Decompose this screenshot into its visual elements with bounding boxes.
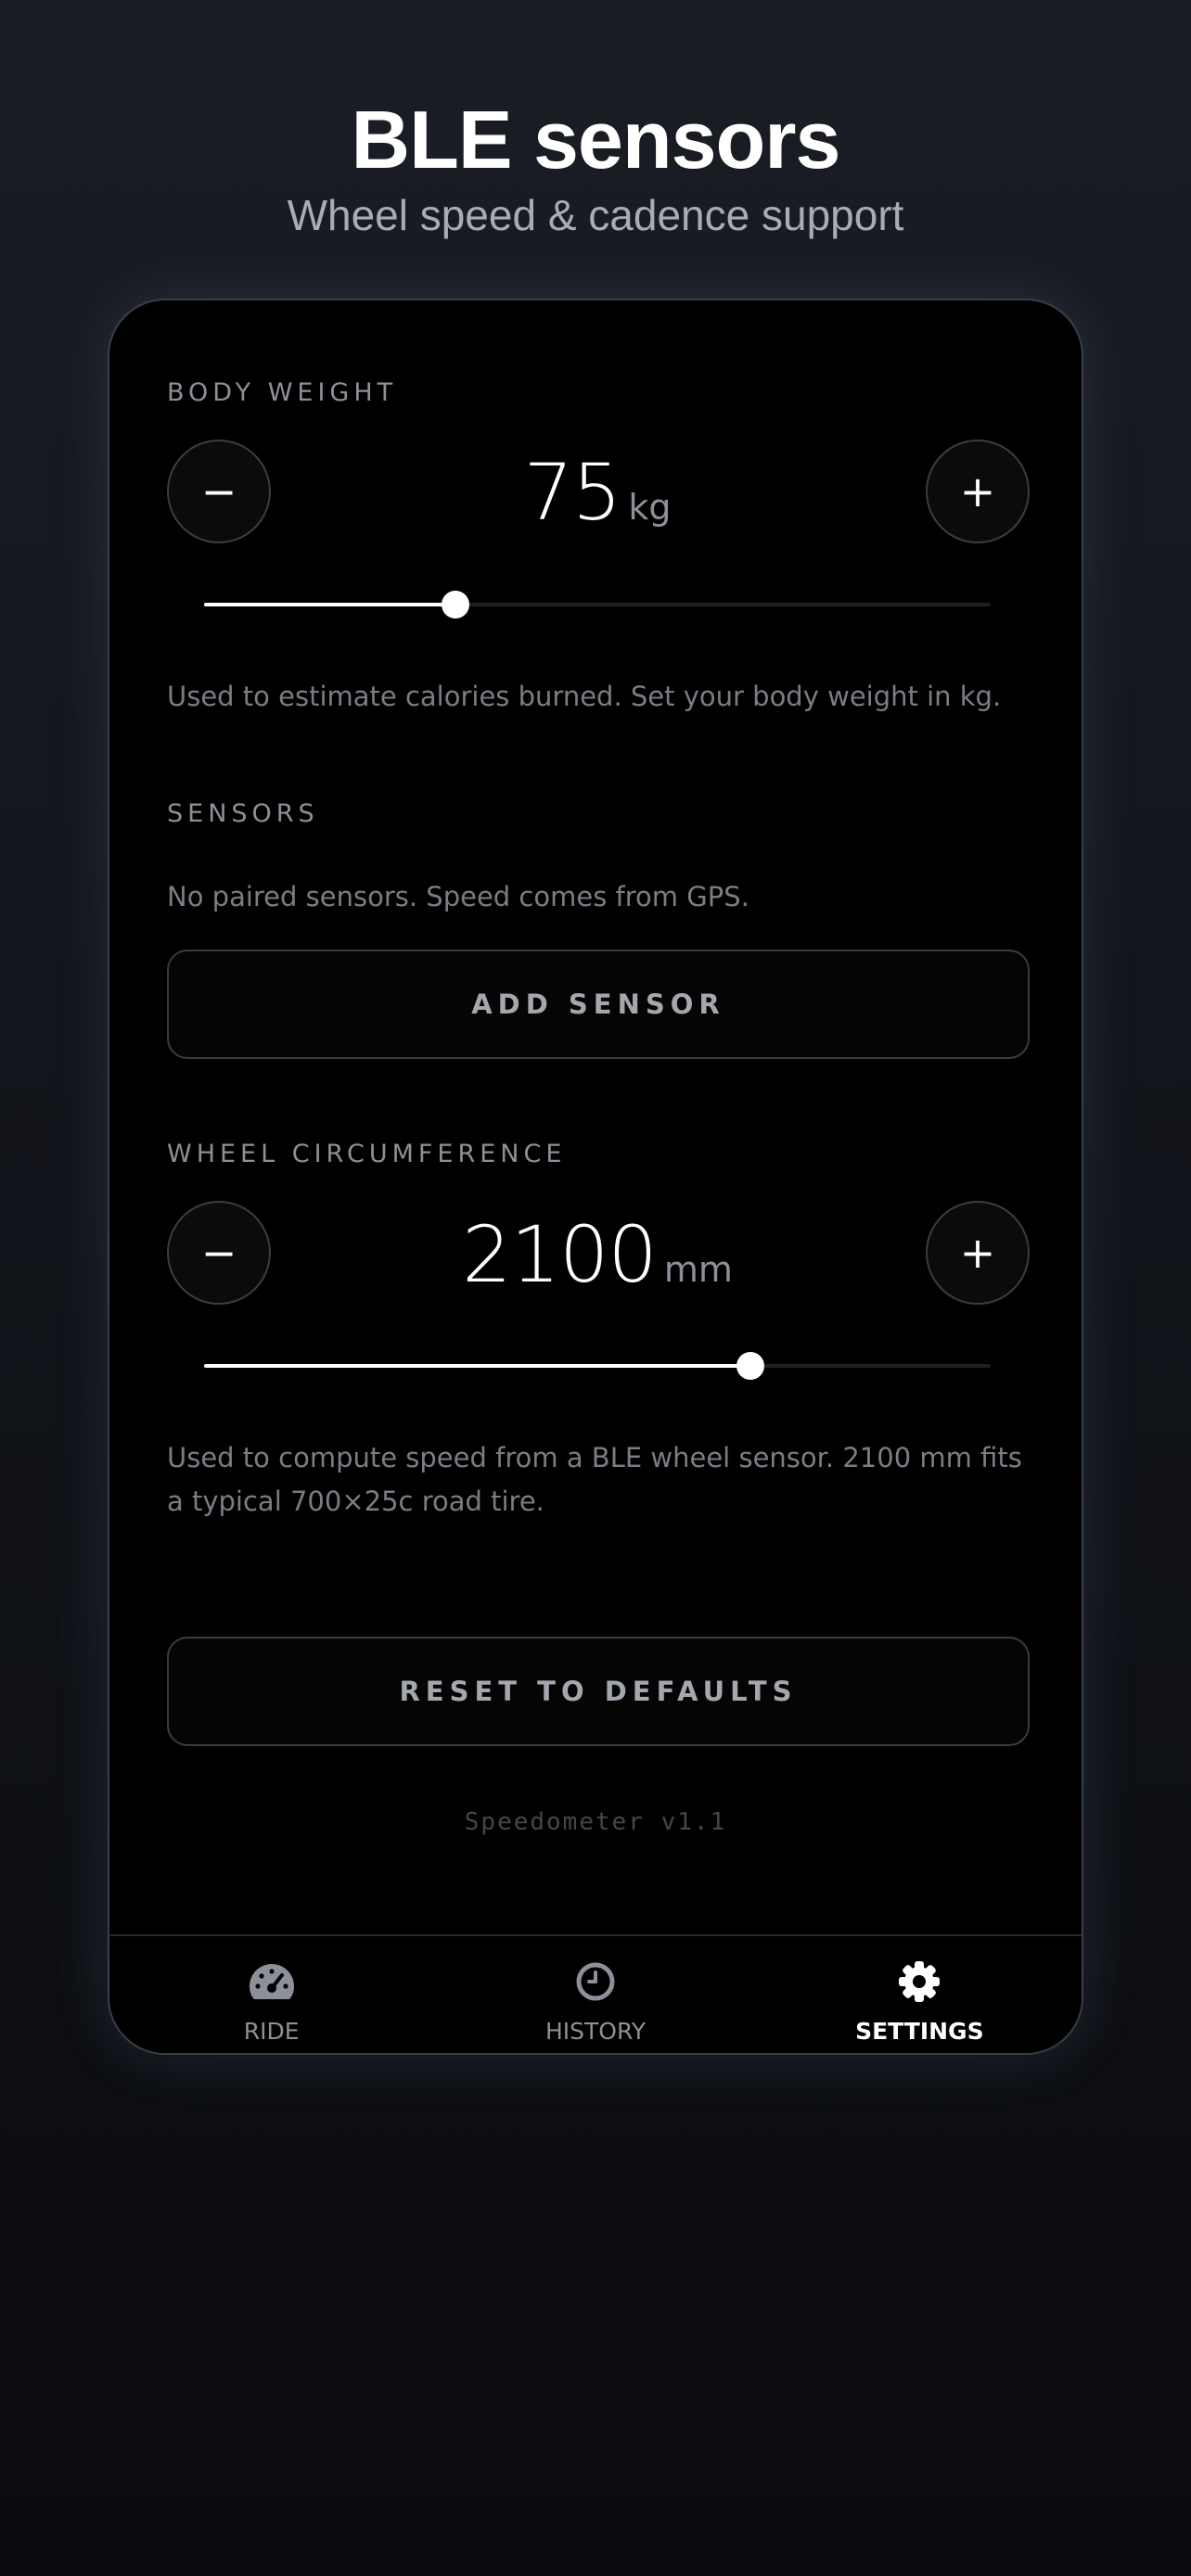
sensors-status-text: No paired sensors. Speed comes from GPS. bbox=[167, 881, 749, 912]
tab-ride[interactable]: RIDE bbox=[109, 1936, 433, 2053]
body-weight-unit: kg bbox=[628, 487, 672, 528]
body-weight-decrement-button[interactable]: − bbox=[167, 440, 271, 543]
tab-history[interactable]: HISTORY bbox=[433, 1936, 757, 2053]
tab-history-label: HISTORY bbox=[544, 2018, 647, 2045]
wheel-increment-button[interactable]: + bbox=[926, 1201, 1030, 1305]
phone-frame: BODY WEIGHT − 75 kg + Used to estimate ca… bbox=[108, 299, 1083, 2055]
wheel-help-text: Used to compute speed from a BLE wheel s… bbox=[167, 1442, 1022, 1517]
wheel-value: 2100 bbox=[462, 1209, 658, 1300]
body-weight-value-display: 75 kg bbox=[276, 447, 918, 538]
body-weight-help-text: Used to estimate calories burned. Set yo… bbox=[167, 681, 1002, 712]
slider-thumb[interactable] bbox=[736, 1352, 764, 1380]
settings-screen: BODY WEIGHT − 75 kg + Used to estimate ca… bbox=[109, 300, 1082, 1932]
body-weight-increment-button[interactable]: + bbox=[926, 440, 1030, 543]
page-header: BLE sensors Wheel speed & cadence suppor… bbox=[0, 89, 1191, 241]
clock-icon bbox=[570, 1958, 621, 2005]
sensors-label: SENSORS bbox=[167, 799, 319, 828]
body-weight-slider[interactable] bbox=[204, 591, 991, 618]
wheel-value-display: 2100 mm bbox=[276, 1209, 918, 1300]
page-title: BLE sensors bbox=[351, 94, 841, 185]
slider-fill bbox=[204, 603, 456, 606]
reset-to-defaults-button[interactable]: RESET TO DEFAULTS bbox=[167, 1637, 1030, 1746]
gear-icon bbox=[894, 1958, 944, 2005]
version-text: Speedometer v1.1 bbox=[464, 1808, 727, 1836]
speedometer-icon bbox=[247, 1958, 297, 2005]
tab-ride-label: RIDE bbox=[243, 2018, 300, 2045]
slider-thumb[interactable] bbox=[442, 591, 470, 618]
tab-bar: RIDE HISTORY SETTINGS bbox=[109, 1934, 1082, 2053]
wheel-unit: mm bbox=[663, 1249, 733, 1290]
page-subtitle: Wheel speed & cadence support bbox=[287, 191, 904, 239]
wheel-circumference-label: WHEEL CIRCUMFERENCE bbox=[167, 1140, 567, 1168]
slider-fill bbox=[204, 1364, 750, 1368]
wheel-decrement-button[interactable]: − bbox=[167, 1201, 271, 1305]
tab-settings[interactable]: SETTINGS bbox=[758, 1936, 1082, 2053]
add-sensor-button[interactable]: ADD SENSOR bbox=[167, 950, 1030, 1059]
body-weight-label: BODY WEIGHT bbox=[167, 378, 398, 407]
tab-settings-label: SETTINGS bbox=[855, 2018, 984, 2045]
wheel-circumference-slider[interactable] bbox=[204, 1352, 991, 1380]
body-weight-value: 75 bbox=[523, 447, 621, 538]
